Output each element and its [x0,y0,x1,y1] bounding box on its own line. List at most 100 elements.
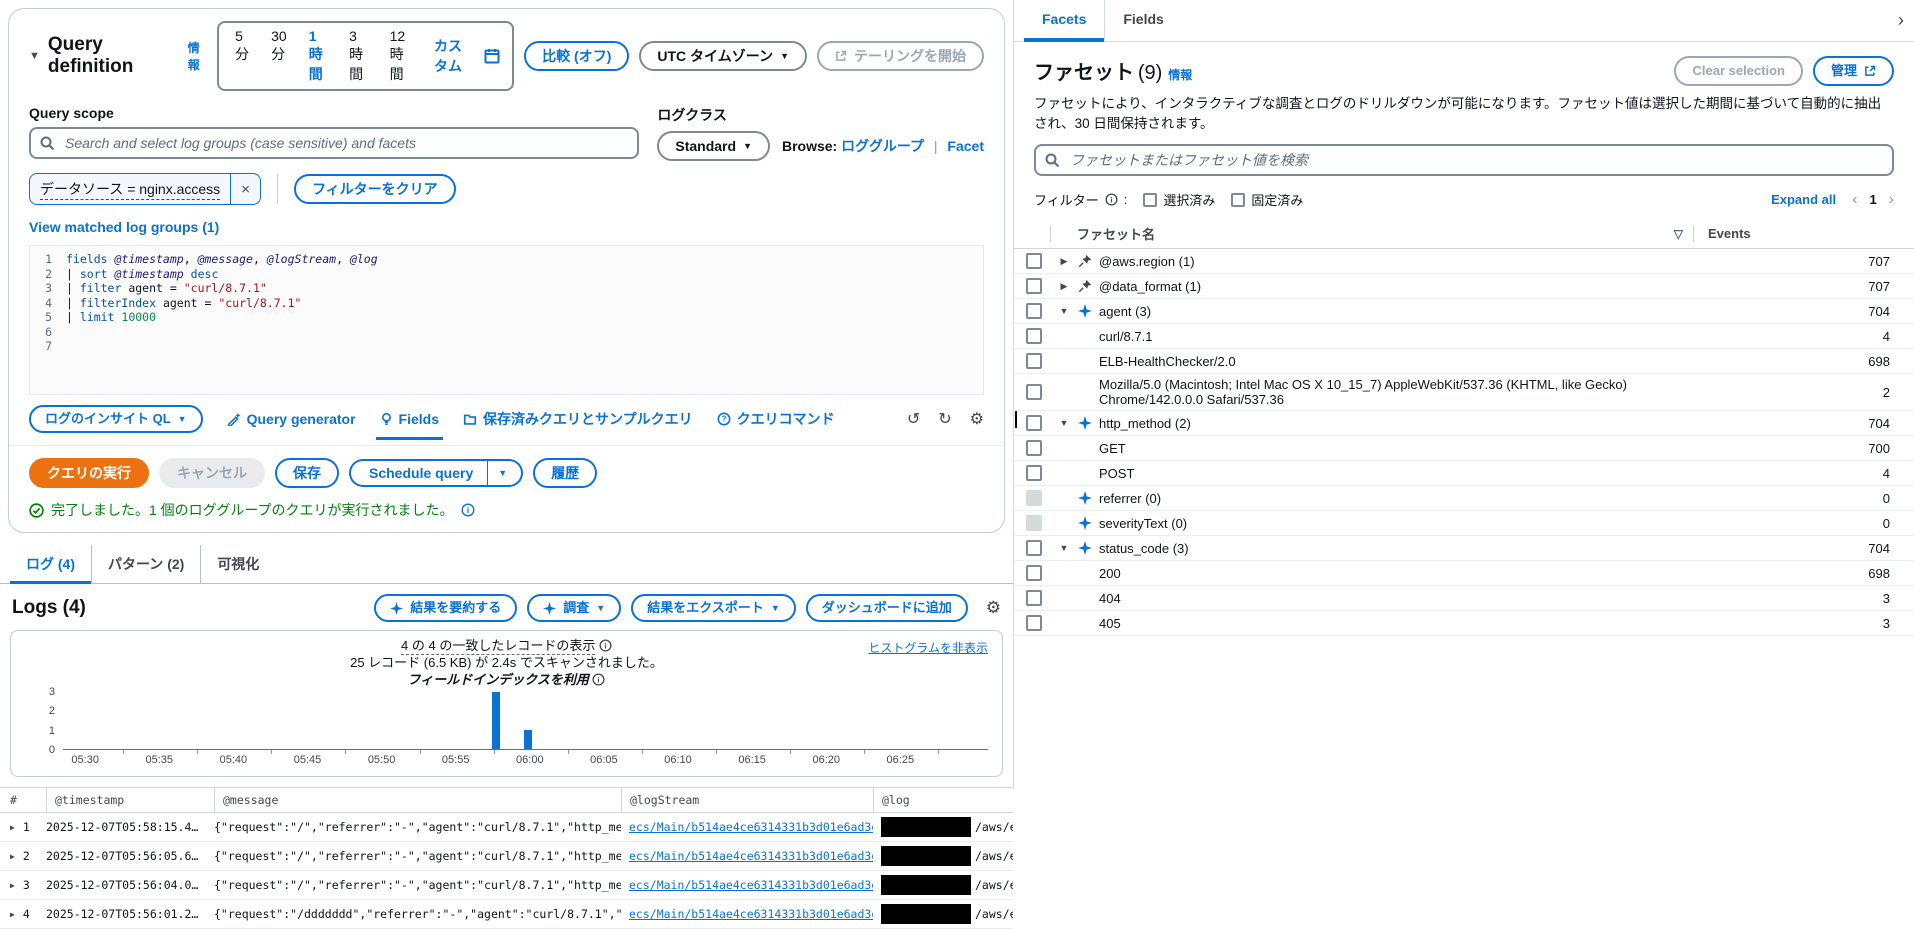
time-range-option[interactable]: 3時間 [339,26,377,86]
time-range-custom[interactable]: カスタム [424,34,480,78]
events-column-header[interactable]: Events [1694,226,1914,241]
facet-checkbox[interactable] [1026,590,1042,606]
facet-name[interactable]: @aws.region (1) [1099,251,1694,272]
facet-name[interactable]: @data_format (1) [1099,276,1694,297]
facet-value[interactable]: Mozilla/5.0 (Macintosh; Intel Mac OS X 1… [1099,374,1694,410]
histogram-bar[interactable] [492,692,501,749]
add-to-dashboard-button[interactable]: ダッシュボードに追加 [805,594,968,622]
log-column-header[interactable]: @message [214,788,621,812]
schedule-query-button[interactable]: Schedule query [349,459,489,487]
results-tab[interactable]: パターン (2) [91,545,200,583]
time-range-option[interactable]: 5分 [225,26,259,86]
history-button[interactable]: 履歴 [533,458,598,488]
log-column-header[interactable]: @logStream [621,788,873,812]
next-page-chevron-icon[interactable]: › [1889,191,1894,209]
expand-row-icon[interactable]: ▶ [10,852,15,861]
sort-icon[interactable]: ▽ [1674,227,1683,241]
panel-tab[interactable]: Facets [1024,0,1105,42]
query-commands-tab[interactable]: ? クエリコマンド [717,409,835,429]
editor-settings-gear-icon[interactable]: ⚙ [970,409,984,429]
expand-row-icon[interactable]: ▶ [10,910,15,919]
calendar-icon[interactable] [482,48,506,64]
facet-name-column-header[interactable]: ファセット名 [1077,224,1155,243]
prev-page-chevron-icon[interactable]: ‹ [1852,191,1857,209]
facet-checkbox[interactable] [1026,465,1042,481]
expand-row-icon[interactable]: ▶ [10,823,15,832]
schedule-query-caret[interactable]: ▼ [488,459,524,487]
view-matched-log-groups-link[interactable]: View matched log groups (1) [29,219,219,235]
facet-value[interactable]: 404 [1099,588,1694,609]
start-tailing-button[interactable]: テーリングを開始 [817,41,984,71]
facet-checkbox[interactable] [1026,565,1042,581]
log-column-header[interactable]: @log [873,788,1013,812]
page-number[interactable]: 1 [1869,192,1876,207]
summarize-results-button[interactable]: 結果を要約する [374,594,518,622]
pinned-filter-checkbox[interactable] [1231,192,1246,207]
facet-value[interactable]: 405 [1099,613,1694,634]
query-language-dropdown[interactable]: ログのインサイト QL ▼ [29,405,203,433]
timezone-dropdown[interactable]: UTC タイムゾーン ▼ [639,41,807,71]
facet-checkbox[interactable] [1026,278,1042,294]
clear-selection-button[interactable]: Clear selection [1674,56,1803,86]
facet-checkbox[interactable] [1026,540,1042,556]
selected-filter-checkbox[interactable] [1143,192,1158,207]
facet-value[interactable]: POST [1099,463,1694,484]
log-stream-link[interactable]: ecs/Main/b514ae4ce6314331b3d01e6ad3ec550… [629,907,873,921]
log-group-search-input[interactable] [29,127,640,159]
saved-queries-tab[interactable]: 保存済みクエリとサンプルクエリ [463,409,693,429]
plot-area[interactable] [63,692,988,750]
facet-value[interactable]: 200 [1099,563,1694,584]
expand-facet-icon[interactable]: ▼ [1056,418,1072,428]
info-icon[interactable]: i [599,639,612,652]
results-tab[interactable]: ログ (4) [10,545,91,584]
facet-checkbox[interactable] [1026,440,1042,456]
facet-value[interactable]: GET [1099,438,1694,459]
facet-checkbox[interactable] [1026,328,1042,344]
expand-all-link[interactable]: Expand all [1771,192,1836,207]
info-icon[interactable]: i [461,503,475,517]
collapse-panel-chevron-icon[interactable]: › [1898,10,1904,31]
log-stream-link[interactable]: ecs/Main/b514ae4ce6314331b3d01e6ad3ec550… [629,849,873,863]
browse-log-groups-link[interactable]: ロググループ [841,138,924,154]
facet-checkbox[interactable] [1026,415,1042,431]
browse-facet-link[interactable]: Facet [947,138,984,154]
facet-name[interactable]: severityText (0) [1099,513,1694,534]
run-query-button[interactable]: クエリの実行 [29,458,149,488]
cancel-button[interactable]: キャンセル [159,458,265,488]
log-stream-link[interactable]: ecs/Main/b514ae4ce6314331b3d01e6ad3ec550… [629,878,873,892]
facet-checkbox[interactable] [1026,353,1042,369]
redo-icon[interactable]: ↻ [938,409,951,429]
info-link[interactable]: 情報 [1168,68,1192,82]
facet-value[interactable]: curl/8.7.1 [1099,326,1694,347]
time-range-option[interactable]: 12時間 [380,26,422,86]
facet-value[interactable]: ELB-HealthChecker/2.0 [1099,351,1694,372]
clear-filters-button[interactable]: フィルターをクリア [293,174,456,204]
expand-facet-icon[interactable]: ▶ [1056,281,1072,292]
facet-name[interactable]: http_method (2) [1099,413,1694,434]
log-class-select[interactable]: Standard ▼ [657,131,770,161]
facet-checkbox[interactable] [1026,384,1042,400]
query-generator-tab[interactable]: Query generator [227,411,356,427]
info-icon[interactable]: i [1105,193,1118,206]
fields-tab[interactable]: Fields [375,411,444,440]
panel-tab[interactable]: Fields [1104,0,1181,41]
expand-row-icon[interactable]: ▶ [10,881,15,890]
facet-checkbox[interactable] [1026,253,1042,269]
log-column-header[interactable]: # [0,788,46,812]
facet-search-input[interactable] [1034,144,1894,176]
hide-histogram-link[interactable]: ヒストグラムを非表示 [868,639,988,656]
facet-checkbox[interactable] [1026,615,1042,631]
undo-icon[interactable]: ↺ [907,409,920,429]
results-tab[interactable]: 可視化 [200,545,275,583]
facet-checkbox[interactable] [1026,303,1042,319]
time-range-option[interactable]: 30分 [261,26,297,86]
log-column-header[interactable]: @timestamp [46,788,214,812]
investigate-button[interactable]: 調査 ▼ [527,594,622,622]
histogram-bar[interactable] [523,730,532,749]
facet-name[interactable]: agent (3) [1099,301,1694,322]
export-results-button[interactable]: 結果をエクスポート ▼ [631,594,796,622]
collapse-section-icon[interactable]: ▼ [29,50,40,62]
info-icon[interactable]: i [592,673,605,686]
logs-settings-gear-icon[interactable]: ⚙ [986,598,1001,618]
query-editor[interactable]: 1 fields @timestamp, @message, @logStream… [29,245,984,395]
